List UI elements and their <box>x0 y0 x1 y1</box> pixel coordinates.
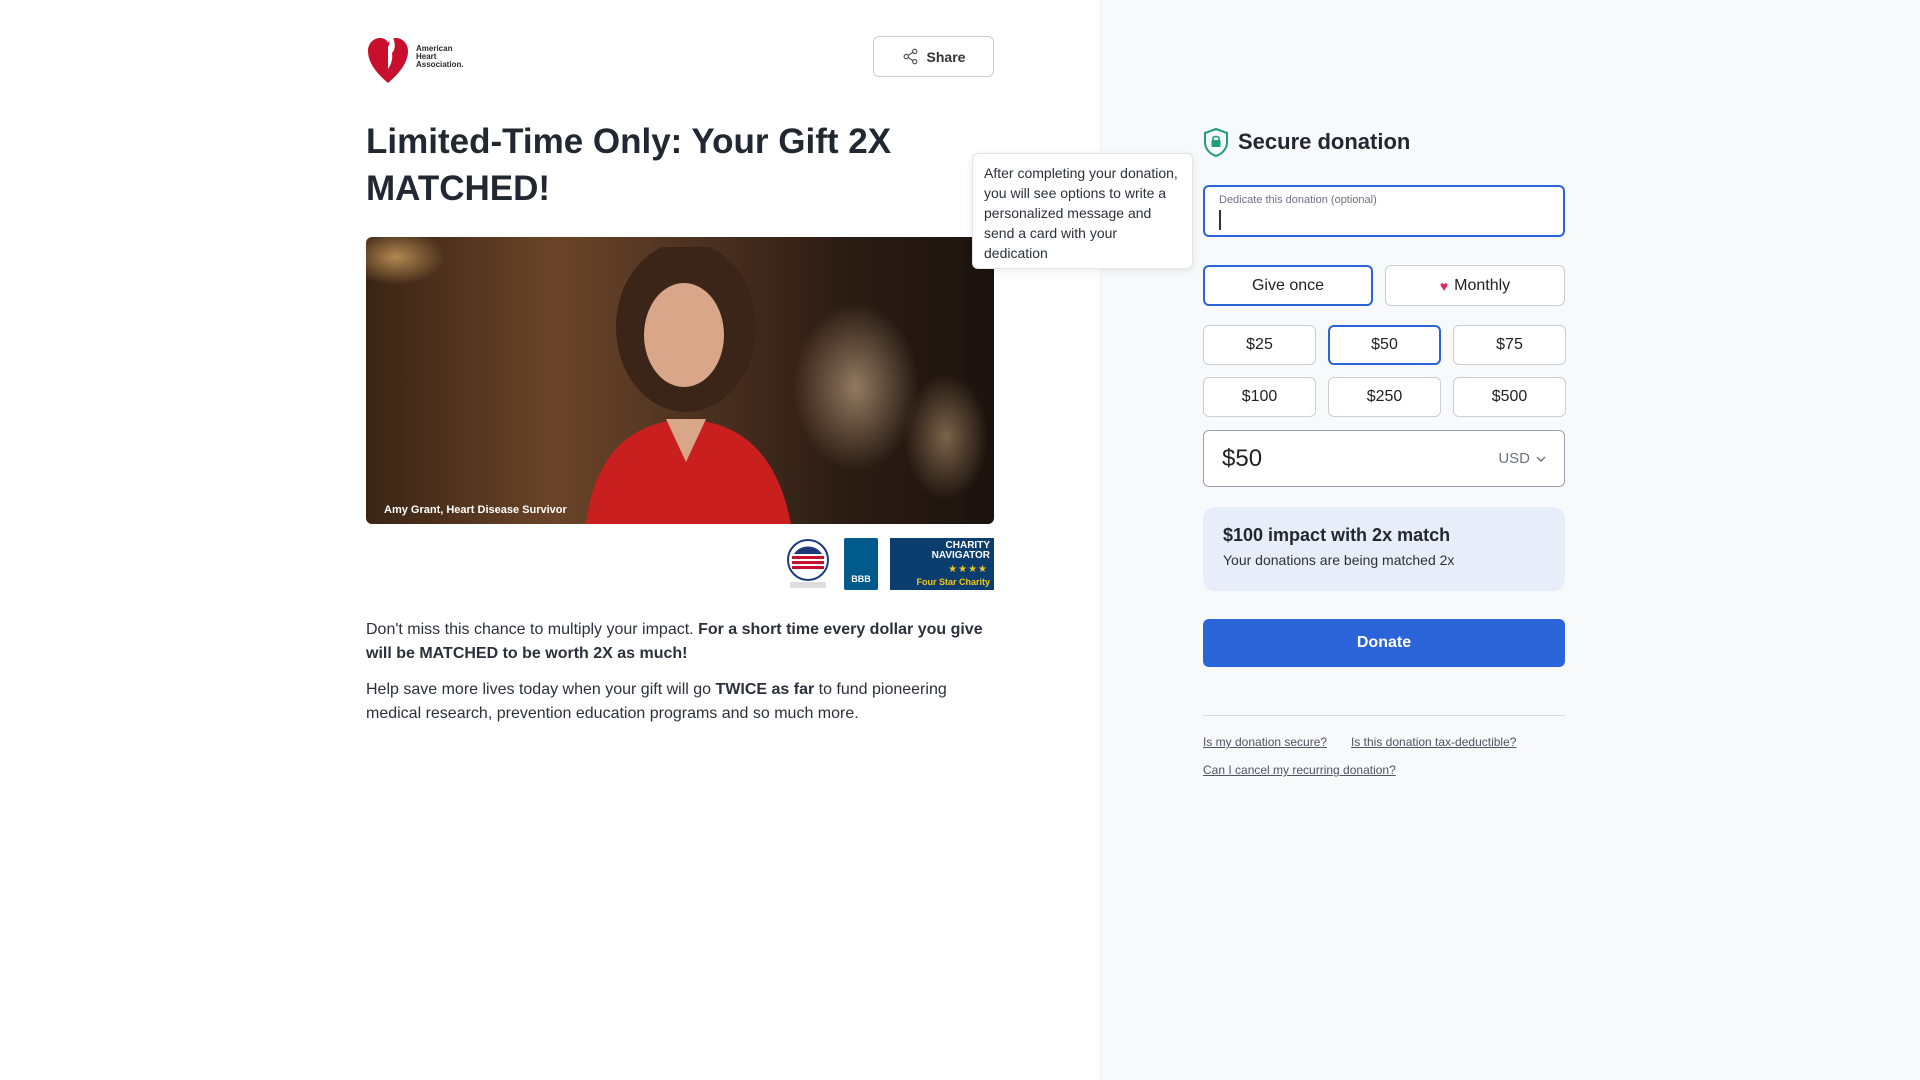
donate-button[interactable]: Donate <box>1203 619 1565 667</box>
amount-options: $25 $50 $75 $100 $250 $500 <box>1203 325 1566 417</box>
faq-link-cancel[interactable]: Can I cancel my recurring donation? <box>1203 763 1396 777</box>
form-title: Secure donation <box>1203 127 1410 157</box>
impact-title: $100 impact with 2x match <box>1223 525 1451 545</box>
hero-caption: Amy Grant, Heart Disease Survivor <box>384 504 567 516</box>
amount-option-250[interactable]: $250 <box>1328 377 1441 417</box>
appeal-paragraph-2: Help save more lives today when your gif… <box>366 681 947 722</box>
hero-video-image[interactable]: Amy Grant, Heart Disease Survivor <box>366 237 994 524</box>
page-title: Limited-Time Only: Your Gift 2X MATCHED! <box>366 122 892 208</box>
impact-subtitle: Your donations are being matched 2x <box>1223 552 1455 568</box>
amount-option-500[interactable]: $500 <box>1453 377 1566 417</box>
trust-badges: BBB CHARITY NAVIGATOR ★★★★ Four Star Cha… <box>783 538 994 590</box>
dedication-field[interactable]: Dedicate this donation (optional) <box>1203 185 1565 237</box>
chevron-down-icon <box>1536 456 1546 462</box>
dedication-label: Dedicate this donation (optional) <box>1219 194 1377 206</box>
bbb-badge: BBB <box>844 538 878 590</box>
amount-option-50[interactable]: $50 <box>1328 325 1441 365</box>
monthly-button[interactable]: ♥ Monthly <box>1385 265 1565 306</box>
match-impact-card: $100 impact with 2x match Your donations… <box>1203 507 1565 591</box>
custom-amount-field[interactable]: $50 USD <box>1203 430 1565 487</box>
appeal-copy: Don't miss this chance to multiply your … <box>366 618 996 738</box>
aha-logo[interactable]: American Heart Association. <box>366 28 466 86</box>
dedication-tooltip: After completing your donation, you will… <box>972 153 1193 269</box>
ncs-seal-icon <box>787 539 829 588</box>
amount-option-75[interactable]: $75 <box>1453 325 1566 365</box>
appeal-paragraph-1: Don't miss this chance to multiply your … <box>366 621 983 662</box>
spokesperson-image <box>586 247 791 524</box>
amount-option-25[interactable]: $25 <box>1203 325 1316 365</box>
amount-option-100[interactable]: $100 <box>1203 377 1316 417</box>
heart-icon: ♥ <box>1439 277 1449 294</box>
currency-select[interactable]: USD <box>1498 450 1546 467</box>
heart-torch-icon <box>368 33 408 83</box>
star-rating-icon: ★★★★ <box>948 564 988 575</box>
faq-link-tax[interactable]: Is this donation tax-deductible? <box>1351 735 1516 749</box>
charity-navigator-badge: CHARITY NAVIGATOR ★★★★ Four Star Charity <box>890 538 994 590</box>
share-button[interactable]: Share <box>873 36 994 77</box>
logo-wordmark: American Heart Association. <box>416 44 464 69</box>
give-once-button[interactable]: Give once <box>1203 265 1373 306</box>
share-label: Share <box>926 48 966 65</box>
shield-lock-icon <box>1204 127 1228 157</box>
share-icon <box>903 48 918 65</box>
divider <box>1203 715 1565 716</box>
dedication-input[interactable] <box>1219 210 1549 230</box>
custom-amount-value[interactable]: $50 <box>1222 445 1262 473</box>
faq-link-secure[interactable]: Is my donation secure? <box>1203 735 1327 749</box>
